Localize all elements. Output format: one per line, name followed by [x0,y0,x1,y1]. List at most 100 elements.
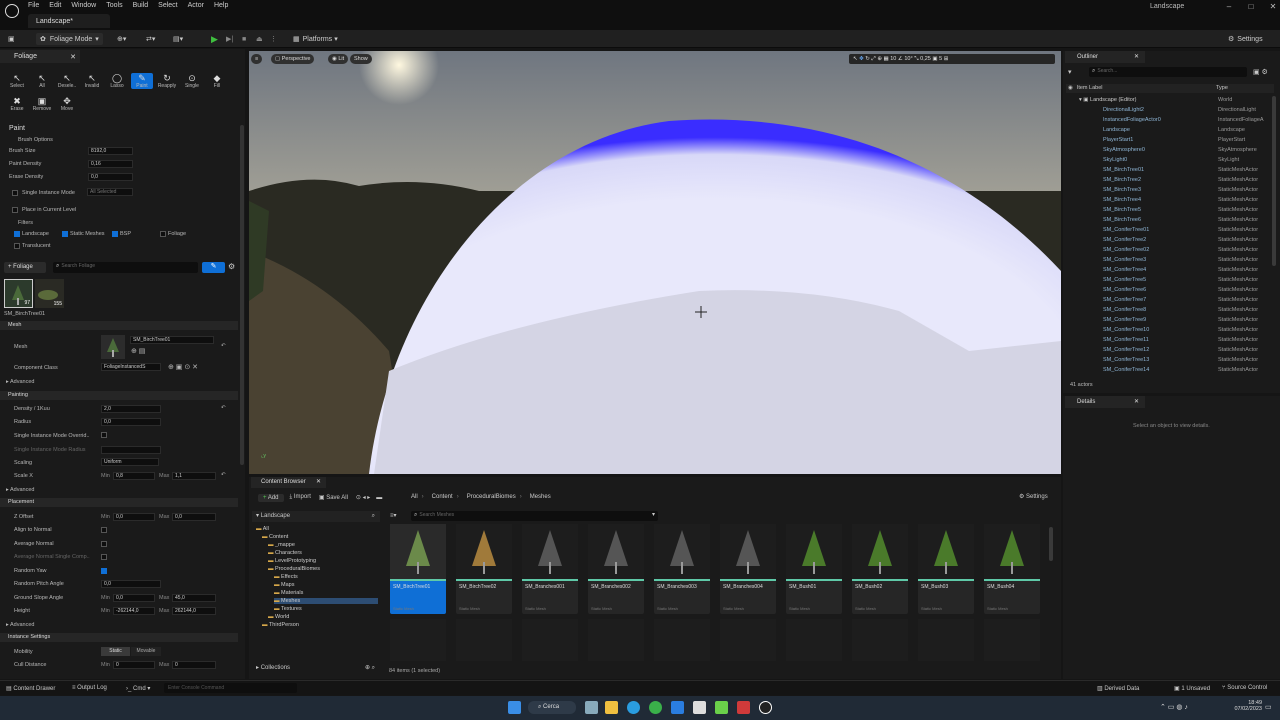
asset-tile[interactable] [918,619,974,661]
paint-density-input[interactable]: 0,16 [88,160,133,168]
outliner-actions-icon[interactable]: ▣ ⚙ [1253,68,1268,76]
eject-icon[interactable]: ⏏ [256,33,263,45]
close-icon[interactable]: ✕ [1134,51,1139,63]
folder-mappe[interactable]: ▬ _mappe [268,542,295,548]
windows-start-icon[interactable] [508,701,521,714]
asset-tile[interactable]: SM_Branches002 Static Mesh [588,524,644,614]
details-tab[interactable]: Details ✕ [1065,396,1145,408]
outliner-item[interactable]: SM_BirchTree2 [1103,177,1141,183]
filter-icon[interactable]: ▾ [1068,68,1072,76]
tool-lasso[interactable]: ◯ Lasso [106,73,128,89]
outliner-root[interactable]: ▾ ▣ Landscape (Editor) [1079,97,1137,103]
scale-icon[interactable]: ⤢ [871,56,875,62]
unsaved-button[interactable]: ▣ 1 Unsaved [1174,685,1210,692]
unreal-taskbar-icon[interactable] [759,701,772,714]
tool-select[interactable]: ↖ Select [6,73,28,89]
add-collection-icon[interactable]: ⊕ ⌕ [365,663,375,674]
asset-tile[interactable]: SM_Bush02 Static Mesh [852,524,908,614]
asset-tile[interactable]: SM_Bush03 Static Mesh [918,524,974,614]
outliner-item[interactable]: SM_ConiferTree14 [1103,367,1149,373]
close-icon[interactable]: ✕ [316,477,321,488]
foliage-type-birch[interactable]: 97 [4,279,33,308]
slope-min-input[interactable]: 0,0 [113,594,155,602]
viewport-snap-bar[interactable]: ↖ ✥ ↻ ⤢ ⊕ ▦ 10 ∠ 10° ⤡ 0,25 ▣ 5 ⊞ [849,54,1055,64]
outliner-item[interactable]: SM_ConiferTree02 [1103,247,1149,253]
select-icon[interactable]: ↖ [853,56,858,62]
blueprint-icon[interactable]: ⇄▾ [146,33,155,45]
place-level-checkbox[interactable] [12,207,18,213]
tool-remove[interactable]: ▣ Remove [31,96,53,112]
tool-invalid[interactable]: ↖ Invalid [81,73,103,89]
lit-button[interactable]: ◉ Lit [328,54,349,64]
derived-data-button[interactable]: ▥ Derived Data [1097,685,1139,692]
asset-tile[interactable]: SM_Branches004 Static Mesh [720,524,776,614]
scalex-min-input[interactable]: 0,8 [113,472,155,480]
outliner-item[interactable]: SM_ConiferTree8 [1103,307,1146,313]
asset-tile[interactable]: SM_Bush01 Static Mesh [786,524,842,614]
asset-scrollbar[interactable] [1049,527,1053,561]
outliner-item[interactable]: SM_BirchTree3 [1103,187,1141,193]
placement-section[interactable]: Placement [0,498,238,507]
outliner-item[interactable]: SM_ConiferTree7 [1103,297,1146,303]
advanced-toggle[interactable]: ▸ Advanced [6,487,34,493]
tool-fill[interactable]: ◆ Fill [206,73,228,89]
height-min-input[interactable]: -262144,0 [113,607,155,615]
zoffset-max-input[interactable]: 0,0 [172,513,216,521]
asset-tile[interactable]: SM_BirchTree02 Static Mesh [456,524,512,614]
outliner-item[interactable]: SM_ConiferTree12 [1103,347,1149,353]
tool-desele[interactable]: ↖ Desele.. [56,73,78,89]
notification-icon[interactable]: ▭ [1265,703,1272,711]
content-drawer-button[interactable]: ▤ Content Drawer [6,685,55,692]
asset-tile[interactable] [720,619,776,661]
outliner-item[interactable]: SM_ConiferTree5 [1103,277,1146,283]
folder-proceduralbiomes[interactable]: ▬ ProceduralBiomes [268,566,320,572]
brush-size-input[interactable]: 8192,0 [88,147,133,155]
outliner-tab[interactable]: Outliner ✕ [1065,51,1145,63]
outliner-item[interactable]: SM_BirchTree5 [1103,207,1141,213]
menu-file[interactable]: File [28,0,39,12]
folder-thirdperson[interactable]: ▬ ThirdPerson [262,622,299,628]
asset-search-input[interactable]: ⌕ Search Meshes ▾ [411,511,658,521]
folder-textures[interactable]: ▬ Textures [274,606,302,612]
gear-icon[interactable]: ⚙ [228,262,235,271]
app-icon[interactable] [737,701,750,714]
outliner-item[interactable]: DirectionalLight2 [1103,107,1144,113]
outliner-item[interactable]: SM_ConiferTree01 [1103,227,1149,233]
cb-filter-icon[interactable]: ≡▾ [390,512,397,519]
settings-button[interactable]: ⚙ Settings [1228,33,1263,45]
outliner-item[interactable]: SM_BirchTree01 [1103,167,1144,173]
outliner-item[interactable]: SkyLight0 [1103,157,1127,163]
asset-tile[interactable] [588,619,644,661]
reset-icon[interactable]: ↶ [221,472,226,478]
reset-icon[interactable]: ↶ [221,343,226,349]
tray-icons[interactable]: ⌃ ▭ ◍ ♪ [1160,703,1188,711]
outliner-item[interactable]: SM_ConiferTree6 [1103,287,1146,293]
close-icon[interactable]: ✕ [1262,2,1280,11]
app-icon[interactable] [693,701,706,714]
search-icon[interactable]: ⌕ [372,511,375,522]
browse-icon[interactable]: ⊕ ▤ [131,347,145,355]
single-instance-select[interactable]: All Selected [87,188,133,196]
outliner-scrollbar[interactable] [1272,96,1276,266]
stop-icon[interactable]: ■ [242,33,246,45]
level-viewport[interactable]: ≡ ▢ Perspective ◉ Lit Show ↖ ✥ ↻ ⤢ ⊕ ▦ 1… [249,51,1061,474]
task-view-icon[interactable] [585,701,598,714]
asset-tile[interactable] [654,619,710,661]
foliage-type-bush[interactable]: 155 [35,279,64,308]
breadcrumb-item[interactable]: All [411,494,418,500]
asset-tile[interactable] [456,619,512,661]
asset-tile[interactable]: SM_Branches001 Static Mesh [522,524,578,614]
mode-dropdown[interactable]: ✿ Foliage Mode ▾ [36,33,103,45]
painting-section[interactable]: Painting [0,391,238,400]
scalex-max-input[interactable]: 1,1 [172,472,216,480]
advanced-toggle[interactable]: ▸ Advanced [6,622,34,628]
advanced-toggle[interactable]: ▸ Advanced [6,379,34,385]
cmd-dropdown[interactable]: ›_ Cmd ▾ [126,685,150,692]
breadcrumb-item[interactable]: Meshes [530,494,551,500]
outliner-item[interactable]: SM_ConiferTree9 [1103,317,1146,323]
component-class-select[interactable]: FoliageInstancedS [101,363,161,371]
outliner-item[interactable]: Landscape [1103,127,1130,133]
avg-normal-checkbox[interactable] [101,541,107,547]
outliner-search-input[interactable]: ⌕ Search... [1089,67,1247,77]
outliner-item[interactable]: SM_BirchTree6 [1103,217,1141,223]
